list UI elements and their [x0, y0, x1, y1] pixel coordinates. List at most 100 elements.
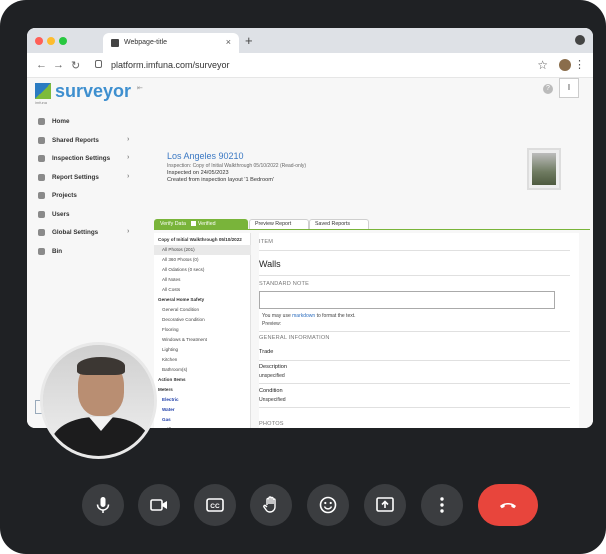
- sidebar-item-bin[interactable]: Bin: [27, 244, 139, 263]
- sidebar-item-label: Users: [52, 210, 70, 218]
- chevron-right-icon: ›: [127, 172, 130, 180]
- home-icon: [38, 118, 45, 125]
- tab-verify-data[interactable]: Verify Data Verified: [154, 219, 248, 229]
- tree-section-header[interactable]: Meters: [154, 385, 251, 395]
- sidebar: Home Shared Reports › Inspection Setting…: [27, 114, 139, 262]
- sidebar-item-users[interactable]: Users: [27, 207, 139, 226]
- end-call-button[interactable]: [478, 484, 538, 526]
- surveyor-logo[interactable]: surveyor imfuna: [35, 81, 145, 105]
- inspection-tree: Copy of Initial Walkthrough 05/10/2022 Al…: [154, 233, 251, 428]
- raise-hand-icon: [263, 496, 276, 513]
- tree-item[interactable]: Decorative Condition: [154, 315, 251, 325]
- profile-avatar[interactable]: [559, 59, 571, 71]
- new-tab-icon[interactable]: +: [245, 33, 253, 48]
- property-photo: [532, 153, 556, 185]
- minimize-window-dot[interactable]: [47, 37, 55, 45]
- meeting-frame: Webpage-title × + ← → ↻ platform.imfuna.…: [0, 0, 606, 554]
- help-icon[interactable]: ?: [543, 84, 553, 94]
- bookmark-star-icon[interactable]: ☆: [537, 58, 548, 72]
- divider: [259, 250, 570, 251]
- captions-button[interactable]: CC: [194, 484, 236, 526]
- microphone-icon: [96, 497, 110, 513]
- chevron-right-icon: ›: [127, 228, 130, 235]
- lock-icon: [95, 60, 102, 68]
- tree-item[interactable]: Windows & Treatment: [154, 335, 251, 345]
- emoji-icon: [319, 496, 337, 514]
- report-tabs: Verify Data Verified Preview Report Saved…: [154, 219, 590, 229]
- created-from: Created from inspection layout '1 Bedroo…: [167, 177, 274, 183]
- tree-item[interactable]: Bathroom(s): [154, 365, 251, 375]
- present-screen-icon: [376, 497, 394, 512]
- svg-text:CC: CC: [210, 503, 220, 510]
- standard-note-input[interactable]: [259, 291, 555, 309]
- sidebar-item-label: Inspection Settings: [52, 155, 111, 162]
- collapse-sidebar-icon[interactable]: ⇤: [137, 84, 143, 92]
- sidebar-item-label: Report Settings: [52, 173, 99, 181]
- back-icon[interactable]: ←: [36, 59, 47, 71]
- tree-item[interactable]: All Photos (201): [154, 245, 251, 255]
- maximize-window-dot[interactable]: [59, 37, 67, 45]
- browser-tab[interactable]: Webpage-title ×: [103, 33, 239, 53]
- tab-saved-reports[interactable]: Saved Reports: [309, 219, 369, 229]
- property-thumbnail[interactable]: [527, 148, 561, 190]
- tree-item[interactable]: Flooring: [154, 325, 251, 335]
- user-menu-button[interactable]: I: [559, 78, 579, 98]
- general-info-label: GENERAL INFORMATION: [259, 335, 330, 341]
- tree-section-header[interactable]: Certificates: [154, 425, 251, 428]
- tree-section-header[interactable]: General Home Safety: [154, 295, 251, 305]
- tree-item[interactable]: All Notes: [154, 275, 251, 285]
- emoji-button[interactable]: [307, 484, 349, 526]
- more-options-button[interactable]: [421, 484, 463, 526]
- tree-item[interactable]: Kitchen: [154, 355, 251, 365]
- present-button[interactable]: [364, 484, 406, 526]
- tree-item[interactable]: Electric: [154, 395, 251, 405]
- users-icon: [38, 210, 45, 218]
- tree-section-header[interactable]: Action Items: [154, 375, 251, 385]
- camera-button[interactable]: [138, 484, 180, 526]
- item-section-label: ITEM: [259, 239, 274, 245]
- browser-more-icon[interactable]: ⋮: [574, 58, 585, 71]
- inspection-settings-icon: [38, 155, 45, 162]
- divider: [259, 360, 570, 361]
- tree-item[interactable]: Water: [154, 405, 251, 415]
- tab-verify-label: Verify Data: [160, 221, 186, 227]
- sidebar-item-shared-reports[interactable]: Shared Reports ›: [27, 133, 139, 152]
- condition-value: Unspecified: [259, 397, 286, 403]
- description-label: Description: [259, 364, 287, 370]
- inspection-title[interactable]: Los Angeles 90210: [167, 151, 244, 161]
- url-field[interactable]: platform.imfuna.com/surveyor: [93, 57, 553, 74]
- sidebar-item-label: Bin: [52, 247, 63, 255]
- tree-item[interactable]: All 360 Photos (0): [154, 255, 251, 265]
- sidebar-item-global-settings[interactable]: Global Settings ›: [27, 225, 139, 244]
- sidebar-item-report-settings[interactable]: Report Settings ›: [27, 170, 139, 189]
- reload-icon[interactable]: ↻: [71, 59, 80, 72]
- chevron-right-icon: ›: [127, 135, 130, 143]
- close-tab-icon[interactable]: ×: [226, 37, 231, 47]
- sidebar-item-home[interactable]: Home: [27, 114, 139, 133]
- tab-divider: [154, 229, 590, 230]
- browser-menu-dot-icon[interactable]: [575, 35, 585, 45]
- global-settings-icon: [38, 229, 45, 236]
- projects-icon: [38, 192, 45, 199]
- sidebar-item-projects[interactable]: Projects: [27, 188, 139, 207]
- divider: [259, 407, 570, 408]
- tree-item[interactable]: All Odations (0 secs): [154, 265, 251, 275]
- hang-up-icon: [500, 503, 516, 509]
- forward-icon[interactable]: →: [53, 59, 64, 71]
- tree-section-header[interactable]: Copy of Initial Walkthrough 05/10/2022: [154, 235, 251, 245]
- sidebar-item-inspection-settings[interactable]: Inspection Settings ›: [27, 151, 139, 170]
- sidebar-item-label: Home: [52, 118, 70, 125]
- tree-item[interactable]: General Condition: [154, 305, 251, 315]
- verified-checkbox[interactable]: [190, 221, 196, 227]
- tab-verified-label: Verified: [197, 221, 216, 227]
- markdown-link[interactable]: markdown: [292, 313, 315, 319]
- microphone-button[interactable]: [82, 484, 124, 526]
- close-window-dot[interactable]: [35, 37, 43, 45]
- participant-hair: [77, 357, 125, 375]
- tree-item[interactable]: Lighting: [154, 345, 251, 355]
- tree-item[interactable]: All Costs: [154, 285, 251, 295]
- webcam-bubble[interactable]: [40, 342, 157, 459]
- tree-item[interactable]: Gas: [154, 415, 251, 425]
- tab-preview-report[interactable]: Preview Report: [249, 219, 309, 229]
- raise-hand-button[interactable]: [250, 484, 292, 526]
